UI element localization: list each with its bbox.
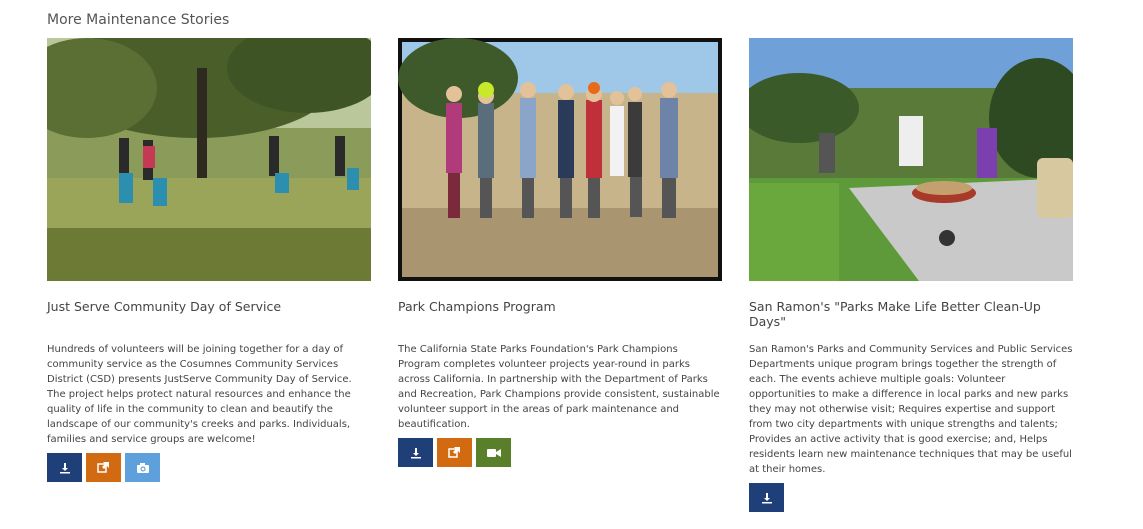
section-title: More Maintenance Stories <box>47 12 230 28</box>
external-link-button[interactable] <box>437 438 472 467</box>
story-actions <box>749 483 1073 512</box>
download-icon <box>59 462 70 473</box>
story-title: Just Serve Community Day of Service <box>47 299 282 314</box>
external-link-icon <box>97 462 109 473</box>
download-icon <box>410 447 421 458</box>
story-title: Park Champions Program <box>398 299 556 314</box>
story-card-san-ramon: San Ramon's "Parks Make Life Better Clea… <box>749 38 1073 512</box>
story-description: The California State Parks Foundation's … <box>398 344 720 430</box>
external-link-icon <box>448 447 460 458</box>
download-button[interactable] <box>398 438 433 467</box>
video-camera-icon <box>486 448 501 457</box>
external-link-button[interactable] <box>86 453 121 482</box>
download-button[interactable] <box>749 483 784 512</box>
story-actions <box>47 453 371 482</box>
camera-icon <box>136 462 149 473</box>
story-title: San Ramon's "Parks Make Life Better Clea… <box>749 299 1041 329</box>
story-photo-volunteers-creek[interactable] <box>47 38 371 281</box>
story-actions <box>398 438 722 467</box>
story-photo-san-ramon-cleanup[interactable] <box>749 38 1073 281</box>
story-description: Hundreds of volunteers will be joining t… <box>47 344 352 445</box>
photo-gallery-button[interactable] <box>125 453 160 482</box>
video-button[interactable] <box>476 438 511 467</box>
story-photo-park-champions-group[interactable] <box>398 38 722 281</box>
story-card-just-serve: Just Serve Community Day of Service Hund… <box>47 38 371 482</box>
story-description: San Ramon's Parks and Community Services… <box>749 344 1073 475</box>
story-card-park-champions: Park Champions Program The California St… <box>398 38 722 467</box>
download-button[interactable] <box>47 453 82 482</box>
download-icon <box>761 492 772 503</box>
